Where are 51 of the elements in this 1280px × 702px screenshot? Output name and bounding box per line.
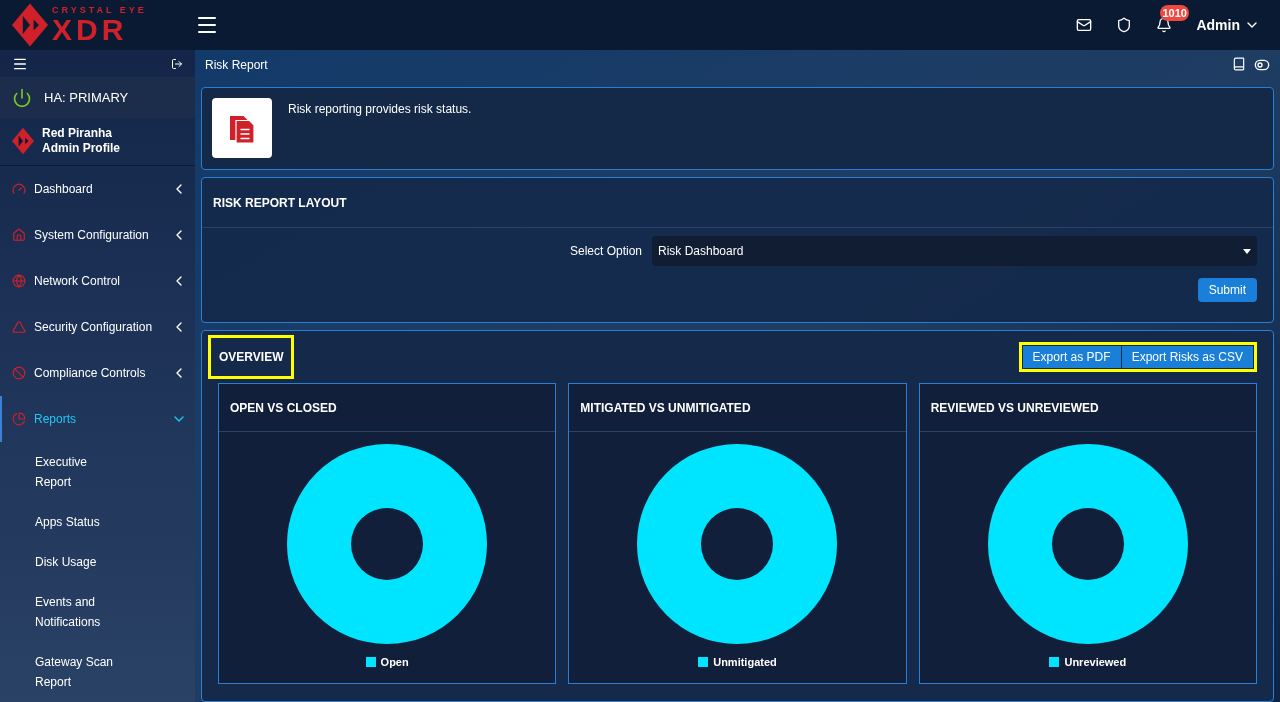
caret-icon xyxy=(1243,248,1251,254)
legend-label: Open xyxy=(380,655,409,670)
chart-title: MITIGATED VS UNMITIGATED xyxy=(580,399,751,417)
diamond-logo-icon xyxy=(12,126,34,157)
page-title: Risk Report xyxy=(205,57,268,74)
ban-icon xyxy=(12,366,26,380)
power-icon xyxy=(12,87,32,108)
brand-tagline: CRYSTAL EYE xyxy=(52,5,147,15)
sidebar-item[interactable]: Compliance Controls xyxy=(0,350,195,396)
legend-swatch xyxy=(698,657,709,668)
brand-name: XDR xyxy=(52,14,128,45)
submenu-item[interactable]: Events and Notifications xyxy=(35,582,125,642)
submenu-item[interactable]: Gateway Scan Report xyxy=(35,642,125,702)
toggle-icon[interactable] xyxy=(1254,57,1270,73)
legend-label: Unmitigated xyxy=(713,655,777,670)
panel-title: RISK REPORT LAYOUT xyxy=(213,194,347,212)
chart-title: REVIEWED VS UNREVIEWED xyxy=(930,399,1099,417)
book-icon[interactable] xyxy=(1232,57,1246,71)
legend-swatch xyxy=(1049,657,1060,668)
description-text: Risk reporting provides risk status. xyxy=(288,101,472,118)
sidebar-item[interactable]: Dashboard xyxy=(0,166,195,212)
submenu-item[interactable]: Apps Status xyxy=(35,502,125,542)
profile-name: Red Piranha xyxy=(42,126,114,142)
sidebar-item[interactable]: Security Configuration xyxy=(0,304,195,350)
logout-icon[interactable] xyxy=(171,57,183,70)
profile-role: Admin Profile xyxy=(42,141,120,157)
house-icon xyxy=(12,228,26,242)
chart-title: OPEN VS CLOSED xyxy=(230,399,337,417)
select-field[interactable]: Risk Dashboard xyxy=(652,236,1257,266)
submit-button[interactable]: Submit xyxy=(1197,278,1257,302)
document-icon xyxy=(212,98,272,158)
legend-label: Unreviewed xyxy=(1064,655,1127,670)
gauge-icon xyxy=(12,182,26,196)
triangle-icon xyxy=(12,320,26,334)
export-button[interactable]: Export as PDF xyxy=(1022,346,1121,368)
sidebar-item[interactable]: System Configuration xyxy=(0,212,195,258)
submenu-item[interactable]: Disk Usage xyxy=(35,542,125,582)
bell-icon[interactable] xyxy=(1156,17,1173,33)
legend-swatch xyxy=(365,657,376,668)
pie-chart-icon xyxy=(12,412,26,426)
export-button[interactable]: Export Risks as CSV xyxy=(1121,346,1253,368)
select-label: Select Option xyxy=(569,243,642,260)
user-menu[interactable]: Admin xyxy=(1196,15,1260,35)
globe-icon xyxy=(12,274,26,288)
mail-icon[interactable] xyxy=(1076,17,1093,33)
ha-status: HA: PRIMARY xyxy=(44,88,129,107)
sidebar-item[interactable]: Network Control xyxy=(0,258,195,304)
submenu-item[interactable]: Executive Report xyxy=(35,442,125,502)
shield-icon[interactable] xyxy=(1116,17,1133,33)
notification-badge: 1010 xyxy=(1160,5,1189,21)
section-title: OVERVIEW xyxy=(208,335,295,379)
